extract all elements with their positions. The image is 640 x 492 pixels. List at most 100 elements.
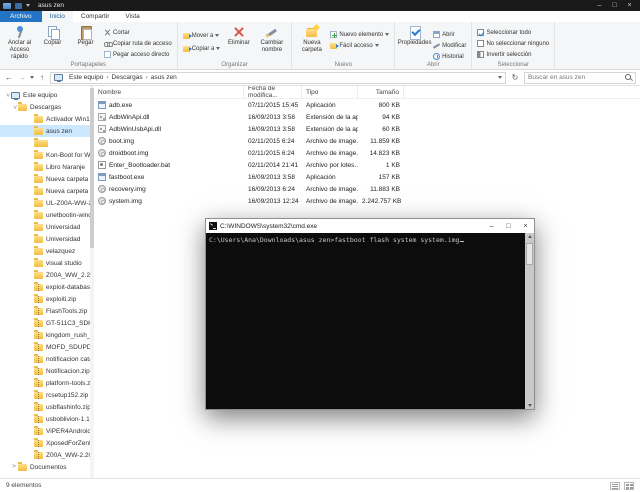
sidebar-item[interactable]: Kon-Boot for Win... xyxy=(0,149,94,161)
edit-button[interactable]: Modificar xyxy=(431,40,468,51)
select-none-button[interactable]: No seleccionar ninguno xyxy=(475,38,551,49)
details-view-button[interactable] xyxy=(610,481,620,490)
forward-button[interactable] xyxy=(17,74,27,82)
quick-access-icon[interactable] xyxy=(15,2,22,9)
cmd-window[interactable]: C:\WINDOWS\system32\cmd.exe – □ × C:\Use… xyxy=(205,218,535,410)
expand-chevron-icon[interactable] xyxy=(10,104,18,110)
ribbon-tab[interactable]: Vista xyxy=(117,11,147,22)
sidebar-item[interactable]: FlashTools.zip xyxy=(0,305,94,317)
column-header-tamano[interactable]: Tamaño xyxy=(358,86,404,98)
breadcrumb-item[interactable]: Este equipo › xyxy=(69,74,112,81)
up-button[interactable] xyxy=(37,74,47,82)
sidebar-item[interactable]: Activador Win10 E... xyxy=(0,113,94,125)
copy-path-button[interactable]: Copiar ruta de acceso xyxy=(102,38,174,49)
file-row[interactable]: boot.img 02/11/2015 6:24 Archivo de imag… xyxy=(94,135,640,147)
search-input[interactable] xyxy=(528,74,625,81)
paste-shortcut-button[interactable]: Pegar acceso directo xyxy=(102,49,174,60)
sidebar-item[interactable]: Este equipo xyxy=(0,89,94,101)
rename-button[interactable]: Cambiar nombre xyxy=(255,24,288,54)
large-icons-view-button[interactable] xyxy=(624,481,634,490)
close-button[interactable]: × xyxy=(622,2,637,9)
maximize-button[interactable]: □ xyxy=(607,2,622,9)
new-item-button[interactable]: Nuevo elemento xyxy=(328,29,391,40)
sidebar-item[interactable]: platform-tools.zip xyxy=(0,377,94,389)
select-all-button[interactable]: Seleccionar todo xyxy=(475,27,551,38)
file-row[interactable]: system.img 16/09/2013 12:24 Archivo de i… xyxy=(94,195,640,207)
minimize-button[interactable]: – xyxy=(592,2,607,9)
delete-button[interactable]: Eliminar xyxy=(222,24,255,47)
cmd-scrollbar-thumb[interactable] xyxy=(526,243,533,265)
sidebar-item[interactable]: Libro Naranje xyxy=(0,161,94,173)
breadcrumb-item[interactable]: Descargas › xyxy=(112,74,151,81)
search-box[interactable] xyxy=(524,71,636,84)
scroll-up-icon[interactable] xyxy=(527,235,532,238)
sidebar-item[interactable]: unetbootin-windo... xyxy=(0,209,94,221)
file-row[interactable]: recovery.img 16/09/2013 6:24 Archivo de … xyxy=(94,183,640,195)
easy-access-button[interactable]: Fácil acceso xyxy=(328,40,391,51)
sidebar-item[interactable]: notificacion catas... xyxy=(0,353,94,365)
sidebar-item[interactable]: Notificacion.zip xyxy=(0,365,94,377)
file-row[interactable]: adb.exe 07/11/2015 15:45 Aplicación 800 … xyxy=(94,99,640,111)
column-header-nombre[interactable]: Nombre xyxy=(94,86,244,98)
sidebar-item[interactable]: UL-Z00A-WW-2.2... xyxy=(0,197,94,209)
sidebar-item[interactable]: exploiti.zip xyxy=(0,293,94,305)
sidebar-item[interactable]: Universidad xyxy=(0,233,94,245)
sidebar-item[interactable]: Universidad xyxy=(0,221,94,233)
sidebar-item[interactable]: GT-511C3_SDK_20... xyxy=(0,317,94,329)
sidebar-item[interactable] xyxy=(0,137,94,149)
expand-chevron-icon[interactable] xyxy=(3,92,11,98)
column-header-fecha[interactable]: Fecha de modifica... xyxy=(244,86,302,99)
ribbon-tab[interactable]: Compartir xyxy=(73,11,118,22)
column-header-tipo[interactable]: Tipo xyxy=(302,86,358,98)
breadcrumb-item[interactable]: asus zen xyxy=(151,74,183,81)
title-bar[interactable]: asus zen – □ × xyxy=(0,0,640,11)
sidebar-item[interactable]: Nueva carpeta xyxy=(0,173,94,185)
new-folder-button[interactable]: Nueva carpeta xyxy=(295,24,328,54)
pin-quick-access-button[interactable]: Anclar al Acceso rápido xyxy=(3,24,36,61)
invert-selection-button[interactable]: Invertir selección xyxy=(475,49,551,60)
qat-chevron-down-icon[interactable] xyxy=(26,4,30,7)
cmd-titlebar[interactable]: C:\WINDOWS\system32\cmd.exe – □ × xyxy=(206,219,534,233)
sidebar-item[interactable]: rcsetup152.zip xyxy=(0,389,94,401)
sidebar-item[interactable]: velazquez xyxy=(0,245,94,257)
move-to-button[interactable]: Mover a xyxy=(181,29,223,42)
refresh-button[interactable] xyxy=(509,73,521,82)
sidebar-item[interactable]: kingdom_rush_ori... xyxy=(0,329,94,341)
cmd-maximize-button[interactable]: □ xyxy=(500,219,517,233)
file-row[interactable]: AdbWinApi.dll 16/09/2013 3:58 Extensión … xyxy=(94,111,640,123)
sidebar-item[interactable]: ViPER4Android_F... xyxy=(0,425,94,437)
sidebar-item[interactable]: usboblivion-1.10... xyxy=(0,413,94,425)
sidebar-item[interactable]: Descargas xyxy=(0,101,94,113)
sidebar-item[interactable]: MOFD_SDUPDATE... xyxy=(0,341,94,353)
file-row[interactable]: fastboot.exe 16/09/2013 3:58 Aplicación … xyxy=(94,171,640,183)
sidebar-item[interactable]: usbflashinfo.zip xyxy=(0,401,94,413)
cmd-minimize-button[interactable]: – xyxy=(483,219,500,233)
open-button[interactable]: Abrir xyxy=(431,29,468,40)
history-button[interactable]: Historial xyxy=(431,51,468,62)
sidebar-item[interactable]: Z00A_WW-2.20.40... xyxy=(0,449,94,461)
properties-button[interactable]: Propiedades xyxy=(398,24,431,47)
back-button[interactable] xyxy=(4,74,14,82)
copy-to-button[interactable]: Copiar a xyxy=(181,42,223,55)
sidebar-item[interactable]: Documentos xyxy=(0,461,94,473)
cmd-close-button[interactable]: × xyxy=(517,219,534,233)
expand-chevron-icon[interactable] xyxy=(10,464,18,470)
sidebar-item[interactable]: Z00A_WW_2.20.40... xyxy=(0,269,94,281)
sidebar-item[interactable]: exploit-database-... xyxy=(0,281,94,293)
sidebar-item[interactable]: visual studio xyxy=(0,257,94,269)
scroll-down-icon[interactable] xyxy=(527,404,532,407)
sidebar-item[interactable]: asus zen xyxy=(0,125,94,137)
copy-button[interactable]: Copiar xyxy=(36,24,69,47)
sidebar-item[interactable]: XposedForZenfon... xyxy=(0,437,94,449)
recent-locations-chevron-icon[interactable] xyxy=(30,76,34,79)
cmd-scrollbar[interactable] xyxy=(525,233,534,409)
address-dropdown-icon[interactable] xyxy=(498,76,502,79)
ribbon-tab[interactable]: Inicio xyxy=(41,11,73,22)
address-bar[interactable]: Este equipo › Descargas › asus zen xyxy=(50,71,506,84)
tab-archivo[interactable]: Archivo xyxy=(0,11,42,22)
cmd-console-output[interactable]: C:\Users\Ana\Downloads\asus zen>fastboot… xyxy=(206,233,534,409)
file-row[interactable]: AdbWinUsbApi.dll 16/09/2013 3:58 Extensi… xyxy=(94,123,640,135)
file-row[interactable]: Enter_Bootloader.bat 02/11/2014 21:41 Ar… xyxy=(94,159,640,171)
paste-button[interactable]: Pegar xyxy=(69,24,102,47)
cut-button[interactable]: Cortar xyxy=(102,27,174,38)
